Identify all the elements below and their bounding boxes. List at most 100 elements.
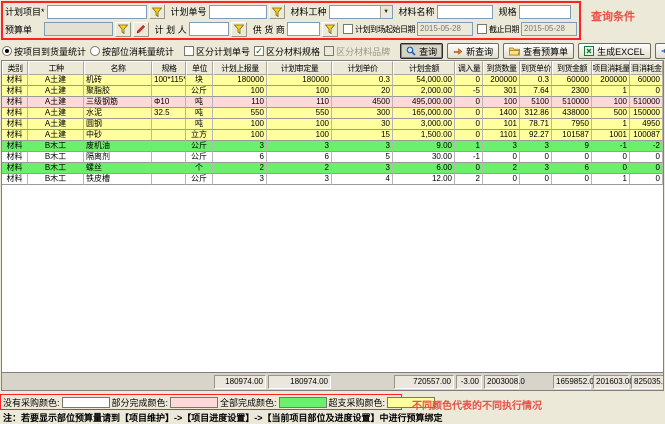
table-cell: 水泥 — [84, 108, 152, 119]
column-header[interactable]: 名称 — [84, 61, 152, 75]
view-budget-button[interactable]: 查看预算单 — [503, 43, 574, 59]
table-cell: 4500 — [332, 97, 393, 108]
material-name-input[interactable] — [437, 5, 493, 19]
table-cell — [152, 86, 186, 97]
table-cell: 材料 — [2, 119, 28, 130]
column-header[interactable]: 计划金额 — [393, 61, 455, 75]
footnote: 注：若要显示部位预算量请到【项目维护】->【项目进度设置】->【当前项目部位及进… — [3, 411, 443, 424]
table-cell: 9.00 — [393, 141, 455, 152]
column-header[interactable]: 单位 — [186, 61, 213, 75]
table-cell: 0 — [630, 86, 663, 97]
table-cell: 0 — [552, 152, 592, 163]
table-cell: 2,000.00 — [393, 86, 455, 97]
table-row[interactable]: 材料A土建三级钢筋Φ10吨1101104500495,000.000100510… — [2, 97, 663, 108]
table-cell: 100087 — [630, 130, 663, 141]
table-row[interactable]: 材料B木工铁皮槽公斤33412.00200010 — [2, 174, 663, 185]
plan-project-label: 计划项目* — [5, 5, 45, 18]
table-cell: 3 — [332, 163, 393, 174]
table-cell — [152, 152, 186, 163]
arrival-start-date[interactable]: 2015-05-28 — [417, 22, 473, 36]
table-cell: 0 — [455, 119, 483, 130]
plan-no-lookup-button[interactable] — [269, 4, 285, 19]
table-cell: 3 — [332, 141, 393, 152]
table-cell: 立方 — [186, 130, 213, 141]
radio-icon[interactable] — [2, 46, 12, 56]
column-header[interactable]: 到货数量 — [483, 61, 520, 75]
exit-door-icon — [661, 46, 665, 56]
plan-project-input[interactable] — [47, 5, 147, 19]
new-search-button[interactable]: 新查询 — [447, 43, 499, 59]
table-row[interactable]: 材料B木工废机油公斤3339.001339-1-2 — [2, 141, 663, 152]
table-cell: 1,500.00 — [393, 130, 455, 141]
table-row[interactable]: 材料A土建聚脂胶公斤100100202,000.00-53017.6423001… — [2, 86, 663, 97]
plan-no-input[interactable] — [209, 5, 267, 19]
planner-input[interactable] — [189, 22, 229, 36]
table-cell: 550 — [213, 108, 267, 119]
chevron-down-icon[interactable]: ▼ — [380, 6, 392, 18]
table-cell: 312.86 — [520, 108, 552, 119]
column-header[interactable]: 工种 — [28, 61, 84, 75]
search-button[interactable]: 查询 — [400, 43, 443, 59]
column-header[interactable]: 项目消耗量 — [592, 61, 630, 75]
table-row[interactable]: 材料A土建水泥32.5吨550550300165,000.0001400312.… — [2, 108, 663, 119]
column-header[interactable]: 计划上报量 — [213, 61, 267, 75]
budget-sheet-lookup-button[interactable] — [115, 22, 131, 37]
table-row[interactable]: 材料B木工隔离剂公斤66530.00-100000 — [2, 152, 663, 163]
column-header[interactable]: 调入量 — [455, 61, 483, 75]
column-header[interactable]: 计划单价 — [332, 61, 393, 75]
arrival-start-checkbox[interactable] — [343, 24, 353, 34]
summary-cell — [186, 373, 213, 391]
excel-icon — [584, 46, 594, 56]
table-cell: 材料 — [2, 174, 28, 185]
budget-edit-button[interactable] — [133, 22, 149, 37]
table-cell: 12.00 — [393, 174, 455, 185]
table-cell: 7.64 — [520, 86, 552, 97]
column-header[interactable]: 计划审定量 — [267, 61, 332, 75]
budget-sheet-input[interactable] — [44, 22, 113, 36]
table-row[interactable]: 材料A土建中砂立方100100151,500.000110192.2710158… — [2, 130, 663, 141]
arrival-end-checkbox[interactable] — [477, 24, 487, 34]
supplier-lookup-button[interactable] — [322, 22, 338, 37]
checkbox-distinguish-spec[interactable]: ✓ 区分材料规格 — [254, 45, 320, 58]
column-header[interactable]: 项目消耗金额 — [630, 61, 663, 75]
column-header[interactable]: 到货金额 — [552, 61, 592, 75]
table-cell: 0 — [483, 152, 520, 163]
summary-cell: 201603.00 — [592, 373, 630, 391]
checkbox-distinguish-plan-no[interactable]: 区分计划单号 — [184, 45, 250, 58]
material-trade-select[interactable]: ▼ — [329, 5, 393, 19]
column-header[interactable]: 规格 — [152, 61, 186, 75]
table-cell: A土建 — [28, 97, 84, 108]
spec-input[interactable] — [519, 5, 571, 19]
close-button[interactable]: 关闭 — [655, 43, 665, 59]
checkbox-icon[interactable] — [184, 46, 194, 56]
table-cell: 0 — [592, 152, 630, 163]
checkbox-icon[interactable]: ✓ — [254, 46, 264, 56]
table-row[interactable]: 材料B木工螺丝个2236.00023600 — [2, 163, 663, 174]
table-cell: 中砂 — [84, 130, 152, 141]
column-header[interactable]: 类别 — [2, 61, 28, 75]
table-cell: 300 — [332, 108, 393, 119]
planner-lookup-button[interactable] — [231, 22, 247, 37]
plan-no-label: 计划单号 — [171, 5, 207, 18]
radio-icon[interactable] — [90, 46, 100, 56]
table-cell: 0 — [455, 108, 483, 119]
table-cell: -1 — [455, 152, 483, 163]
table-cell: A土建 — [28, 86, 84, 97]
supplier-input[interactable] — [287, 22, 320, 36]
table-cell: 100 — [213, 119, 267, 130]
table-cell: B木工 — [28, 141, 84, 152]
column-header[interactable]: 到货单价 — [520, 61, 552, 75]
radio-by-part-consumption[interactable]: 按部位消耗量统计 — [90, 45, 174, 58]
table-row[interactable]: 材料A土建圆钢吨100100303,000.00010178.717950149… — [2, 119, 663, 130]
plan-project-lookup-button[interactable] — [149, 4, 165, 19]
table-row[interactable]: 材料A土建机砖100*115*53块1800001800000.354,000.… — [2, 75, 663, 86]
export-excel-button[interactable]: 生成EXCEL — [578, 43, 651, 59]
grid-header: 类别工种名称规格单位计划上报量计划审定量计划单价计划金额调入量到货数量到货单价到… — [2, 61, 663, 75]
legend-swatch-none — [62, 397, 110, 408]
arrival-end-date[interactable]: 2015-05-28 — [521, 22, 577, 36]
table-cell: 510000 — [552, 97, 592, 108]
summary-cell: 2003008.0 — [483, 373, 520, 391]
table-cell: 4 — [332, 174, 393, 185]
radio-by-project-arrival[interactable]: 按项目到货量统计 — [2, 45, 86, 58]
table-cell: 6.00 — [393, 163, 455, 174]
